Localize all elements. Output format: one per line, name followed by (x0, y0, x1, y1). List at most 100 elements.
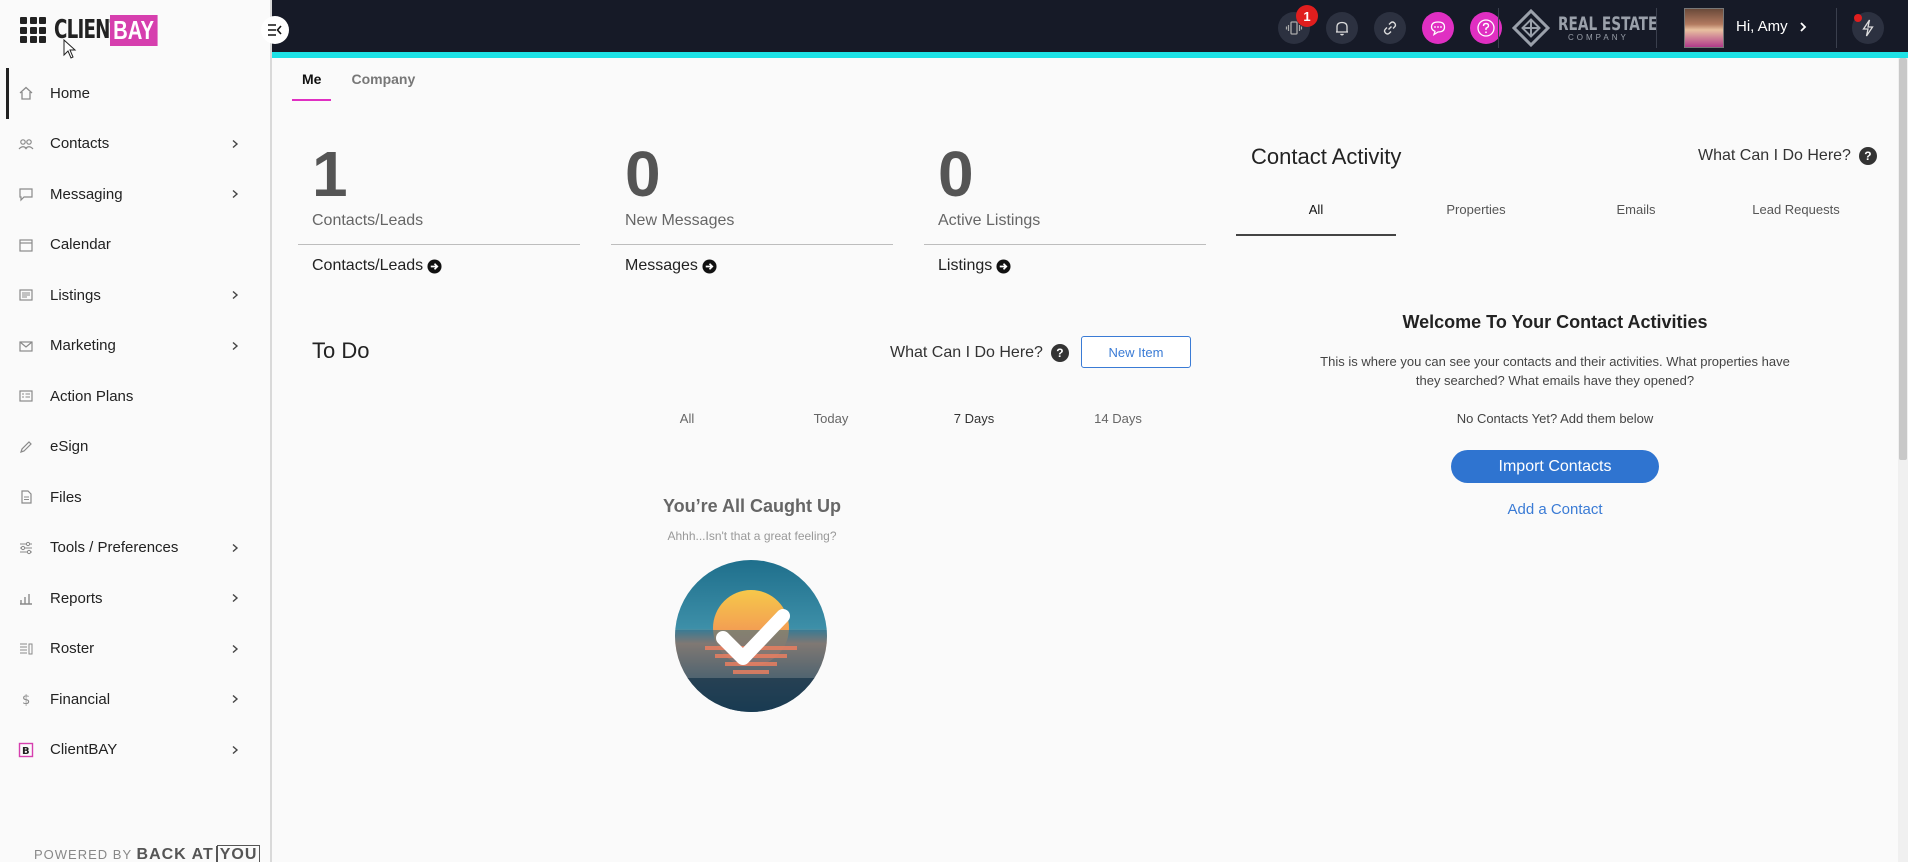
todo-filter-today[interactable]: Today (814, 411, 849, 426)
user-avatar[interactable] (1684, 8, 1724, 48)
tab-company[interactable]: Company (341, 64, 425, 101)
lightning-icon (1862, 19, 1874, 37)
sunset-checkmark-icon (675, 560, 827, 712)
tab-me[interactable]: Me (292, 64, 332, 101)
sidebar-item-label: Contacts (50, 135, 110, 153)
todo-title: To Do (312, 338, 370, 363)
notifications-button[interactable] (1326, 12, 1358, 44)
divider (298, 244, 580, 245)
mouse-cursor-icon (63, 39, 77, 59)
stat-label: Contacts/Leads (312, 212, 424, 229)
sidebar-item-action-plans[interactable]: Action Plans (0, 371, 270, 422)
chevron-right-icon (232, 190, 239, 199)
arrow-circle-right-icon (702, 258, 717, 274)
chevron-right-icon (1800, 21, 1806, 32)
sidebar-item-label: Action Plans (50, 387, 134, 405)
sidebar-item-clientbay[interactable]: B ClientBAY (0, 725, 270, 776)
chevron-right-icon (232, 644, 239, 653)
contacts-leads-link[interactable]: Contacts/Leads (298, 257, 580, 275)
sidebar-item-label: Tools / Preferences (50, 539, 179, 557)
top-bar: 1 REAL ESTATE COMPANY Hi, Amy (272, 0, 1908, 58)
bell-icon (1336, 21, 1348, 36)
sidebar-item-roster[interactable]: Roster (0, 624, 270, 675)
sidebar-item-label: eSign (50, 438, 89, 456)
todo-help-label: What Can I Do Here? (890, 344, 1043, 361)
home-icon (19, 86, 33, 100)
contact-activity-tab-lead-requests[interactable]: Lead Requests (1716, 202, 1876, 234)
sidebar-item-marketing[interactable]: Marketing (0, 321, 270, 372)
chevron-right-icon (232, 745, 239, 754)
action-plans-icon (19, 390, 33, 402)
sidebar-item-label: Messaging (50, 185, 123, 203)
contact-activity-title: Contact Activity (1251, 144, 1402, 169)
powered-brand-1: BACK AT (136, 846, 217, 862)
svg-text:B: B (22, 746, 30, 757)
chat-button[interactable] (1422, 12, 1454, 44)
todo-filter-14-days[interactable]: 14 Days (1094, 411, 1142, 426)
question-icon (1477, 19, 1495, 37)
todo-help-link[interactable]: What Can I Do Here? ? (890, 344, 1069, 362)
todo-filter-7-days[interactable]: 7 Days (954, 411, 994, 426)
collapse-sidebar-button[interactable] (261, 16, 289, 44)
stat-label: Active Listings (938, 212, 1041, 229)
scrollbar-thumb[interactable] (1899, 58, 1907, 460)
contact-activity-help-label: What Can I Do Here? (1698, 147, 1851, 164)
contact-activity-tab-emails[interactable]: Emails (1556, 202, 1716, 234)
user-menu[interactable]: Hi, Amy (1736, 18, 1808, 35)
question-circle-icon: ? (1050, 344, 1069, 362)
link-button[interactable] (1374, 12, 1406, 44)
stat-value: 0 (625, 138, 661, 210)
listings-link[interactable]: Listings (924, 257, 1206, 275)
stat-contacts-leads: 1 Contacts/Leads Contacts/Leads (298, 142, 580, 275)
sliders-icon (20, 541, 32, 554)
todo-filter-all[interactable]: All (680, 411, 694, 426)
listings-icon (19, 289, 33, 301)
topbar-divider (1656, 8, 1657, 48)
question-circle-icon: ? (1858, 147, 1877, 165)
logo-bay-text: BAY (110, 14, 158, 46)
stat-link-label: Contacts/Leads (312, 257, 424, 274)
contact-activity-tab-all[interactable]: All (1236, 202, 1396, 236)
sidebar-item-label: Calendar (50, 236, 111, 254)
sidebar-item-financial[interactable]: $ Financial (0, 674, 270, 725)
company-logo-text: REAL ESTATE COMPANY (1558, 12, 1682, 42)
page-scrollbar[interactable] (1898, 58, 1908, 862)
caught-up-title: You’re All Caught Up (663, 496, 841, 516)
contacts-icon (18, 138, 34, 150)
roster-icon (20, 643, 33, 655)
sidebar-item-files[interactable]: Files (0, 472, 270, 523)
contact-activity-description: This is where you can see your contacts … (1320, 354, 1790, 388)
sidebar-item-messaging[interactable]: Messaging (0, 169, 270, 220)
import-contacts-button[interactable]: Import Contacts (1451, 450, 1659, 483)
sidebar-item-tools-preferences[interactable]: Tools / Preferences (0, 523, 270, 574)
chevron-right-icon (232, 543, 239, 552)
new-item-button[interactable]: New Item (1081, 336, 1191, 368)
contact-activity-tab-properties[interactable]: Properties (1396, 202, 1556, 234)
sidebar-nav: Home Contacts Messaging Calendar Listing… (0, 68, 270, 775)
real-estate-logo-icon (1512, 9, 1550, 47)
company-logo-title: REAL ESTATE (1558, 12, 1658, 35)
sidebar-item-listings[interactable]: Listings (0, 270, 270, 321)
arrow-circle-right-icon (996, 258, 1011, 274)
notification-count-badge: 1 (1296, 5, 1318, 27)
app-grid-icon[interactable] (20, 17, 46, 43)
divider (924, 244, 1206, 245)
chevron-right-icon (232, 594, 239, 603)
clientbay-icon: B (18, 742, 34, 757)
chevron-right-icon (232, 695, 239, 704)
pen-icon (20, 440, 32, 453)
stat-value: 1 (312, 138, 348, 210)
sidebar: CLIENT BAY Home Contacts Messaging Calen… (0, 0, 272, 862)
caught-up-subtitle: Ahhh...Isn't that a great feeling? (667, 529, 837, 543)
sidebar-item-home[interactable]: Home (0, 68, 270, 119)
sidebar-item-calendar[interactable]: Calendar (0, 220, 270, 271)
contact-activity-help-link[interactable]: What Can I Do Here? ? (1698, 147, 1877, 165)
add-contact-link[interactable]: Add a Contact (1507, 501, 1602, 518)
sidebar-item-reports[interactable]: Reports (0, 573, 270, 624)
messages-link[interactable]: Messages (611, 257, 893, 275)
sidebar-item-esign[interactable]: eSign (0, 422, 270, 473)
sidebar-item-contacts[interactable]: Contacts (0, 119, 270, 170)
topbar-divider (1498, 8, 1499, 48)
sidebar-item-label: Home (50, 84, 91, 102)
no-contacts-text: No Contacts Yet? Add them below (1456, 411, 1654, 426)
